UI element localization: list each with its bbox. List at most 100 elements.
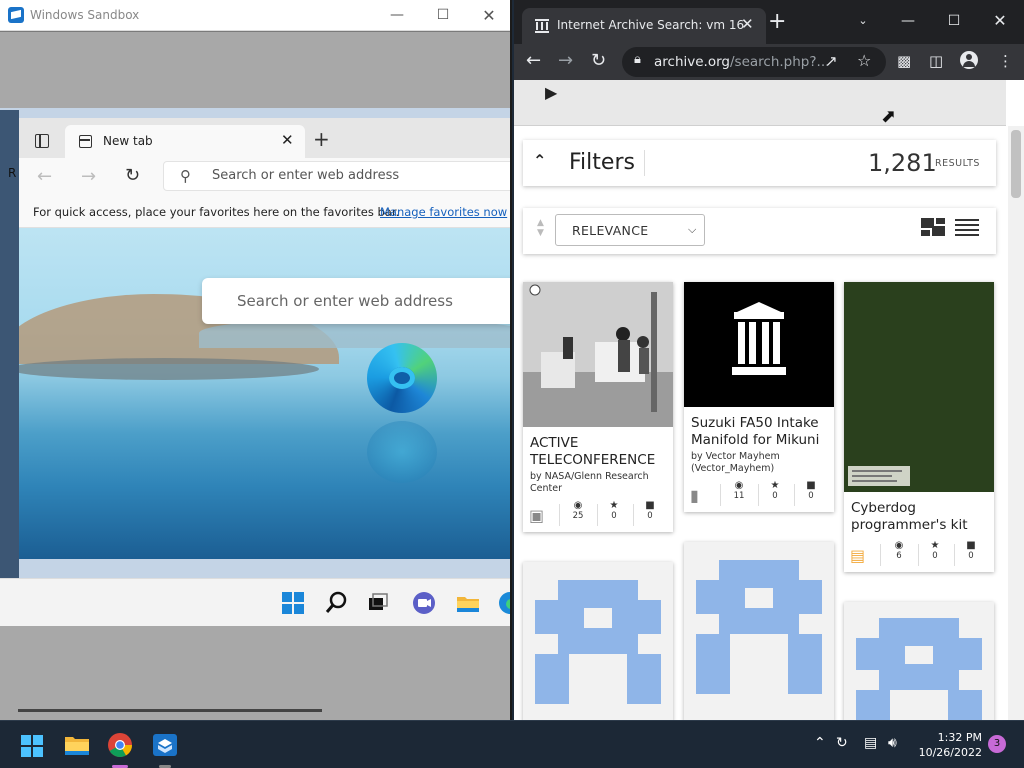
share-icon[interactable]: ↗ — [825, 52, 838, 70]
sort-direction-icon[interactable]: ▲ ▼ — [537, 218, 544, 238]
internet-archive-logo-thumbnail[interactable] — [684, 282, 834, 407]
tab-actions-icon[interactable] — [35, 134, 49, 148]
chrome-tab-archive-search[interactable]: Internet Archive Search: vm 16 ✕ — [522, 8, 766, 44]
edge-back-icon[interactable]: ← — [37, 166, 52, 187]
extensions-puzzle-icon[interactable]: ▩ — [897, 52, 911, 70]
eye-icon: ◉ — [894, 540, 904, 551]
edge-browser-window: New tab ✕ + ← → ↻ ⚲ Search or enter web … — [19, 118, 510, 559]
edge-forward-icon[interactable]: → — [81, 166, 96, 187]
result-tile-item-2[interactable]: Cyberdog programmer's kit ▤ ◉ 6 ★ 0 ■ 0 — [844, 282, 994, 572]
edge-refresh-icon[interactable]: ↻ — [125, 165, 140, 186]
task-view-icon[interactable] — [364, 589, 392, 617]
item-title[interactable]: Suzuki FA50 Intake Manifold for Mikuni — [691, 415, 831, 449]
result-tile-placeholder[interactable] — [844, 602, 994, 720]
url-host: archive.org — [654, 54, 730, 70]
sandbox-title: Windows Sandbox — [30, 8, 140, 22]
scrollbar-thumb[interactable] — [1011, 130, 1021, 198]
lock-icon[interactable]: 🔒︎ — [634, 52, 641, 67]
results-label: RESULTS — [935, 158, 980, 169]
notification-badge[interactable]: 3 — [988, 735, 1006, 753]
chrome-back-icon[interactable]: ← — [526, 50, 541, 71]
network-icon[interactable]: ▤ — [864, 735, 877, 751]
sandbox-app-icon — [8, 7, 24, 23]
tile-view-icon[interactable] — [921, 218, 945, 236]
sandbox-bottom-area — [0, 626, 510, 720]
tab-search-chevron-icon[interactable]: ⌄ — [840, 6, 886, 36]
play-icon[interactable]: ▶ — [545, 83, 557, 102]
chrome-menu-icon[interactable]: ⋮ — [998, 52, 1013, 70]
mouse-cursor-icon: ⬈ — [881, 106, 897, 127]
reviews-count: 0 — [968, 551, 974, 561]
volume-icon[interactable]: 🔊︎ — [888, 735, 897, 751]
chrome-maximize-button[interactable]: ☐ — [931, 6, 977, 36]
item-title[interactable]: Cyberdog programmer's kit — [851, 500, 991, 534]
clock-date: 10/26/2022 — [918, 746, 982, 759]
manage-favorites-link[interactable]: Manage favorites now — [380, 205, 507, 219]
system-clock[interactable]: 1:32 PM 10/26/2022 — [914, 730, 982, 760]
chrome-minimize-button[interactable]: — — [885, 6, 931, 36]
sandbox-maximize-button[interactable]: ☐ — [420, 0, 466, 31]
profile-avatar-icon[interactable] — [960, 51, 978, 69]
new-tab-page-icon — [79, 135, 92, 148]
edge-tab-new-tab[interactable]: New tab ✕ — [65, 125, 305, 158]
show-hidden-icons-chevron-icon[interactable]: ⌃ — [814, 735, 826, 751]
filters-title[interactable]: Filters — [569, 150, 635, 175]
edge-logo-icon — [367, 343, 437, 413]
page-vertical-scrollbar[interactable] — [1008, 126, 1024, 720]
chrome-new-tab-button[interactable]: + — [768, 9, 786, 34]
file-explorer-icon[interactable] — [64, 733, 90, 757]
collapse-filters-icon[interactable]: ⌃ — [533, 151, 546, 170]
filters-divider — [644, 150, 645, 176]
sandbox-taskbar — [0, 578, 512, 626]
item-title[interactable]: ACTIVE TELECONFERENCE — [530, 435, 670, 469]
chrome-forward-icon[interactable]: → — [558, 50, 573, 71]
chrome-close-button[interactable]: ✕ — [977, 6, 1023, 36]
chrome-reload-icon[interactable]: ↻ — [591, 50, 606, 71]
edge-tab-label: New tab — [103, 134, 153, 148]
item-thumbnail-image[interactable] — [844, 282, 994, 492]
sync-status-icon[interactable]: ↻ — [836, 735, 848, 751]
windows-start-icon[interactable] — [20, 734, 44, 758]
chrome-tab-close-icon[interactable]: ✕ — [741, 15, 754, 33]
windows-start-icon[interactable] — [279, 589, 307, 617]
teams-chat-icon[interactable] — [410, 589, 438, 617]
item-stats: ▣ ◉ 25 ★ 0 ■ 0 — [523, 500, 673, 530]
reviews-stat: ■ 0 — [633, 500, 667, 522]
chrome-browser-window: Internet Archive Search: vm 16 ✕ + ⌄ — ☐… — [514, 0, 1024, 720]
sandbox-desktop-wallpaper-strip: R — [0, 110, 19, 580]
sandbox-horizontal-scrollbar[interactable] — [18, 709, 322, 712]
views-count: 11 — [733, 491, 745, 501]
edge-address-placeholder: Search or enter web address — [212, 168, 400, 183]
side-panel-icon[interactable]: ◫ — [929, 52, 943, 70]
chrome-icon[interactable] — [107, 732, 133, 758]
favorites-count: 0 — [932, 551, 938, 561]
search-icon[interactable] — [323, 589, 351, 617]
sandbox-titlebar: Windows Sandbox — ☐ ✕ — [0, 0, 510, 31]
windows-sandbox-icon[interactable] — [152, 733, 178, 757]
bookmark-star-icon[interactable]: ☆ — [857, 51, 871, 70]
result-tile-placeholder[interactable] — [684, 542, 834, 720]
edge-new-tab-button[interactable]: + — [313, 127, 330, 151]
edge-address-bar[interactable]: ⚲ Search or enter web address — [163, 161, 510, 191]
chrome-url: archive.org/search.php?... — [654, 54, 829, 70]
result-tile-placeholder[interactable] — [523, 562, 673, 720]
edge-tab-close-icon[interactable]: ✕ — [281, 131, 294, 149]
list-view-icon[interactable] — [955, 218, 979, 236]
item-thumbnail-image[interactable] — [523, 282, 673, 427]
folder-icon: ▮ — [690, 486, 699, 505]
result-tile-item-1[interactable]: Suzuki FA50 Intake Manifold for Mikuni b… — [684, 282, 834, 512]
sandbox-close-button[interactable]: ✕ — [466, 0, 510, 31]
result-tile-item-0[interactable]: ACTIVE TELECONFERENCE by NASA/Glenn Rese… — [523, 282, 673, 532]
reviews-stat: ■ 0 — [954, 540, 988, 562]
edge-logo-reflection — [367, 421, 437, 483]
sort-select[interactable]: RELEVANCE ⌵ — [555, 214, 705, 246]
edge-page-search-placeholder: Search or enter web address — [237, 292, 453, 310]
placeholder-thumbnail — [844, 602, 994, 720]
stats-divider — [720, 484, 721, 506]
edge-page-search-box[interactable]: Search or enter web address — [202, 278, 510, 324]
chrome-omnibox[interactable]: 🔒︎ archive.org/search.php?... — [622, 47, 886, 77]
item-stats: ▤ ◉ 6 ★ 0 ■ 0 — [844, 540, 994, 570]
sandbox-minimize-button[interactable]: — — [374, 0, 420, 31]
file-explorer-icon[interactable] — [454, 589, 482, 617]
edge-icon[interactable] — [496, 589, 512, 617]
